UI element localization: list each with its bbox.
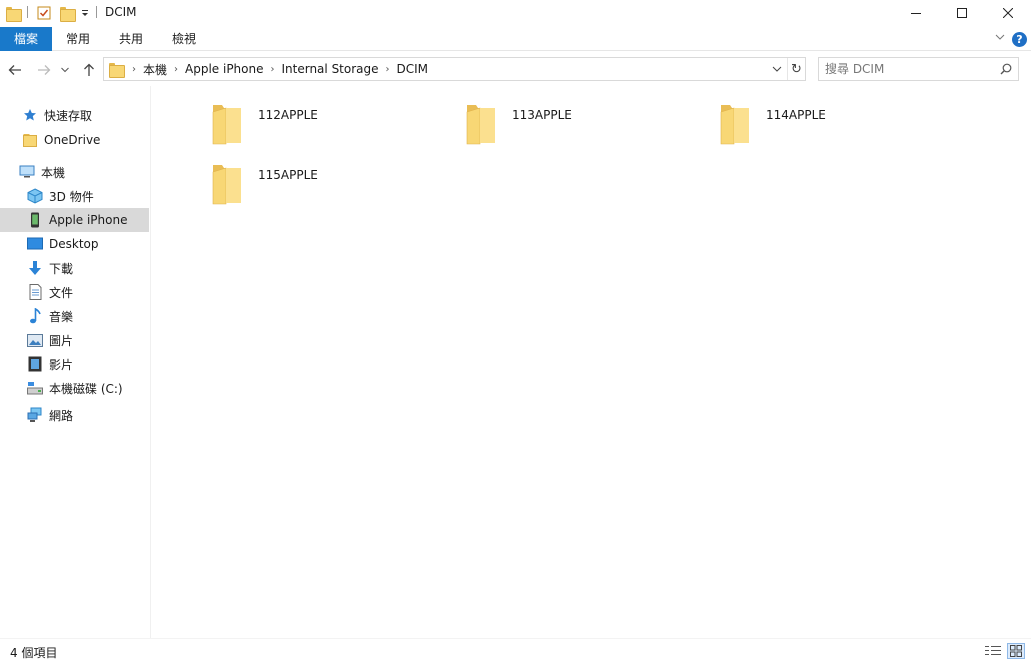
maximize-button[interactable] <box>939 0 985 26</box>
sidebar-item-label: 圖片 <box>49 333 74 348</box>
sidebar-item-label: 快速存取 <box>44 108 93 123</box>
sidebar-item-pictures[interactable]: 圖片 <box>0 328 149 352</box>
breadcrumb-apple-iphone[interactable]: Apple iPhone <box>181 62 267 76</box>
ribbon-expand-icon[interactable] <box>995 31 1005 45</box>
folder-item[interactable]: 115APPLE <box>212 163 452 219</box>
breadcrumb-dcim[interactable]: DCIM <box>393 62 433 76</box>
music-note-icon <box>27 308 43 324</box>
sidebar-item-label: 下載 <box>49 261 74 276</box>
address-bar[interactable]: › 本機 › Apple iPhone › Internal Storage ›… <box>103 57 806 81</box>
status-bar: 4 個項目 <box>0 638 1031 663</box>
drive-icon <box>27 380 43 396</box>
navigation-bar: › 本機 › Apple iPhone › Internal Storage ›… <box>0 52 1031 86</box>
divider <box>27 6 28 18</box>
back-button[interactable] <box>5 60 25 80</box>
up-button[interactable] <box>79 60 99 80</box>
navigation-pane: 快速存取 OneDrive 本機 3D 物件 Apple iPhone Desk… <box>0 86 151 638</box>
sidebar-item-label: 本機 <box>41 165 66 180</box>
star-icon <box>22 107 38 123</box>
title-bar: DCIM <box>0 0 1031 26</box>
folder-item[interactable]: 114APPLE <box>720 103 960 159</box>
film-icon <box>27 356 43 372</box>
search-box[interactable] <box>818 57 1019 81</box>
folder-icon <box>720 105 749 145</box>
folder-name: 113APPLE <box>512 108 572 122</box>
details-view-button[interactable] <box>984 643 1002 659</box>
sidebar-item-label: 影片 <box>49 357 74 372</box>
folder-icon <box>466 105 495 145</box>
folder-icon <box>109 62 125 78</box>
chevron-right-icon[interactable]: › <box>383 64 393 75</box>
properties-checkbox-icon[interactable] <box>37 4 51 22</box>
sidebar-item-apple-iphone[interactable]: Apple iPhone <box>0 208 149 232</box>
folder-icon <box>212 105 241 145</box>
folder-icon <box>212 165 241 205</box>
search-input[interactable] <box>825 61 995 77</box>
large-icons-view-button[interactable] <box>1007 643 1025 659</box>
sidebar-item-3d-objects[interactable]: 3D 物件 <box>0 184 149 208</box>
sidebar-item-onedrive[interactable]: OneDrive <box>0 128 149 152</box>
sidebar-item-downloads[interactable]: 下載 <box>0 256 149 280</box>
help-button[interactable]: ? <box>1012 32 1027 47</box>
network-icon <box>27 407 43 423</box>
download-arrow-icon <box>27 260 43 276</box>
sidebar-item-label: 3D 物件 <box>49 189 94 204</box>
details-view-icon <box>985 646 1001 655</box>
sidebar-item-label: 網路 <box>49 408 74 423</box>
folder-item[interactable]: 112APPLE <box>212 103 452 159</box>
folder-name: 114APPLE <box>766 108 826 122</box>
sidebar-item-documents[interactable]: 文件 <box>0 280 149 304</box>
file-list: 112APPLE 113APPLE 114APPLE 115APPLE <box>152 86 1031 638</box>
computer-icon <box>19 164 35 180</box>
tab-view[interactable]: 檢視 <box>162 27 206 51</box>
sidebar-item-label: OneDrive <box>44 133 101 147</box>
ribbon-tabs: 檔案 常用 共用 檢視 ? <box>0 27 1031 51</box>
breadcrumb-internal-storage[interactable]: Internal Storage <box>278 62 383 76</box>
sidebar-item-label: 音樂 <box>49 309 74 324</box>
cube-icon <box>27 188 43 204</box>
breadcrumb-this-pc[interactable]: 本機 <box>139 61 171 78</box>
sidebar-item-network[interactable]: 網路 <box>0 403 149 427</box>
sidebar-item-videos[interactable]: 影片 <box>0 352 149 376</box>
sidebar-item-label: 文件 <box>49 285 74 300</box>
address-history-dropdown[interactable] <box>769 58 785 80</box>
divider <box>96 6 97 18</box>
document-icon <box>27 284 43 300</box>
sidebar-item-music[interactable]: 音樂 <box>0 304 149 328</box>
chevron-right-icon[interactable]: › <box>268 64 278 75</box>
item-count: 4 個項目 <box>10 646 58 660</box>
tab-home[interactable]: 常用 <box>56 27 100 51</box>
sidebar-item-this-pc[interactable]: 本機 <box>0 160 149 184</box>
sidebar-item-label: Apple iPhone <box>49 213 128 227</box>
chevron-right-icon[interactable]: › <box>171 64 181 75</box>
window-title: DCIM <box>105 5 137 19</box>
folder-name: 112APPLE <box>258 108 318 122</box>
folder-icon <box>6 4 22 22</box>
phone-icon <box>27 212 43 228</box>
close-button[interactable] <box>985 0 1031 26</box>
minimize-button[interactable] <box>893 0 939 26</box>
sidebar-item-label: 本機磁碟 (C:) <box>49 381 123 396</box>
search-icon[interactable] <box>1000 63 1012 75</box>
customize-quick-access-icon[interactable] <box>80 4 90 22</box>
new-folder-icon[interactable] <box>60 4 76 22</box>
tab-share[interactable]: 共用 <box>109 27 153 51</box>
folder-name: 115APPLE <box>258 168 318 182</box>
large-icons-view-icon <box>1010 645 1022 657</box>
picture-icon <box>27 332 43 348</box>
sidebar-item-local-disk[interactable]: 本機磁碟 (C:) <box>0 376 149 400</box>
sidebar-item-label: Desktop <box>49 237 99 251</box>
refresh-button[interactable]: ↻ <box>787 58 805 80</box>
tab-file[interactable]: 檔案 <box>0 27 52 51</box>
sidebar-item-quick-access[interactable]: 快速存取 <box>0 103 149 127</box>
chevron-right-icon[interactable]: › <box>129 64 139 75</box>
folder-item[interactable]: 113APPLE <box>466 103 706 159</box>
folder-icon <box>22 132 38 148</box>
recent-locations-chevron-icon[interactable] <box>58 60 72 80</box>
forward-button[interactable] <box>34 60 54 80</box>
sidebar-item-desktop[interactable]: Desktop <box>0 232 149 256</box>
desktop-icon <box>27 236 43 252</box>
